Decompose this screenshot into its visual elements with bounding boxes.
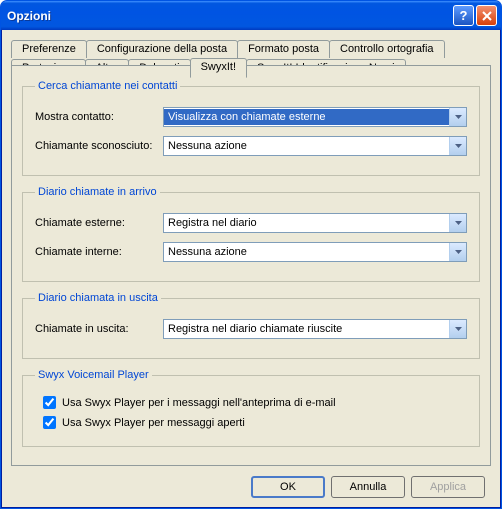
tab-config-posta[interactable]: Configurazione della posta [86,40,238,58]
label-mostra-contatto: Mostra contatto: [35,111,163,123]
apply-button: Applica [411,476,485,498]
group-legend: Diario chiamata in uscita [35,292,161,304]
close-button[interactable] [476,5,497,26]
tab-strip: Preferenze Configurazione della posta Fo… [11,40,491,67]
chevron-down-icon[interactable] [449,137,466,155]
tab-ortografia[interactable]: Controllo ortografia [329,40,445,58]
tab-formato-posta[interactable]: Formato posta [237,40,330,58]
chk-anteprima-input[interactable] [43,396,56,409]
group-cerca-chiamante: Cerca chiamante nei contatti Mostra cont… [22,80,480,176]
cancel-button[interactable]: Annulla [331,476,405,498]
label-esterne: Chiamate esterne: [35,217,163,229]
combo-interne[interactable]: Nessuna azione [163,242,467,262]
titlebar: Opzioni ? [1,1,501,30]
group-voicemail-player: Swyx Voicemail Player Usa Swyx Player pe… [22,369,480,447]
combo-mostra-contatto[interactable]: Visualizza con chiamate esterne [163,107,467,127]
group-legend: Cerca chiamante nei contatti [35,80,180,92]
chk-aperti[interactable]: Usa Swyx Player per messaggi aperti [43,416,467,429]
combo-uscita[interactable]: Registra nel diario chiamate riuscite [163,319,467,339]
tab-preferenze[interactable]: Preferenze [11,40,87,58]
tab-swyxit[interactable]: SwyxIt! [190,58,247,78]
chk-anteprima[interactable]: Usa Swyx Player per i messaggi nell'ante… [43,396,467,409]
chevron-down-icon[interactable] [449,214,466,232]
tab-panel: Cerca chiamante nei contatti Mostra cont… [11,65,491,466]
group-legend: Swyx Voicemail Player [35,369,152,381]
help-button[interactable]: ? [453,5,474,26]
client-area: Preferenze Configurazione della posta Fo… [1,30,501,508]
options-dialog: Opzioni ? Preferenze Configurazione dell… [0,0,502,509]
label-interne: Chiamate interne: [35,246,163,258]
chevron-down-icon[interactable] [449,320,466,338]
group-legend: Diario chiamate in arrivo [35,186,160,198]
label-uscita: Chiamate in uscita: [35,323,163,335]
label-sconosciuto: Chiamante sconosciuto: [35,140,163,152]
combo-esterne[interactable]: Registra nel diario [163,213,467,233]
close-icon [482,11,492,21]
chevron-down-icon[interactable] [449,243,466,261]
ok-button[interactable]: OK [251,476,325,498]
dialog-buttons: OK Annulla Applica [11,466,491,508]
group-diario-uscita: Diario chiamata in uscita Chiamate in us… [22,292,480,359]
chevron-down-icon[interactable] [449,108,466,126]
combo-sconosciuto[interactable]: Nessuna azione [163,136,467,156]
group-diario-arrivo: Diario chiamate in arrivo Chiamate ester… [22,186,480,282]
chk-aperti-input[interactable] [43,416,56,429]
window-title: Opzioni [7,9,451,23]
